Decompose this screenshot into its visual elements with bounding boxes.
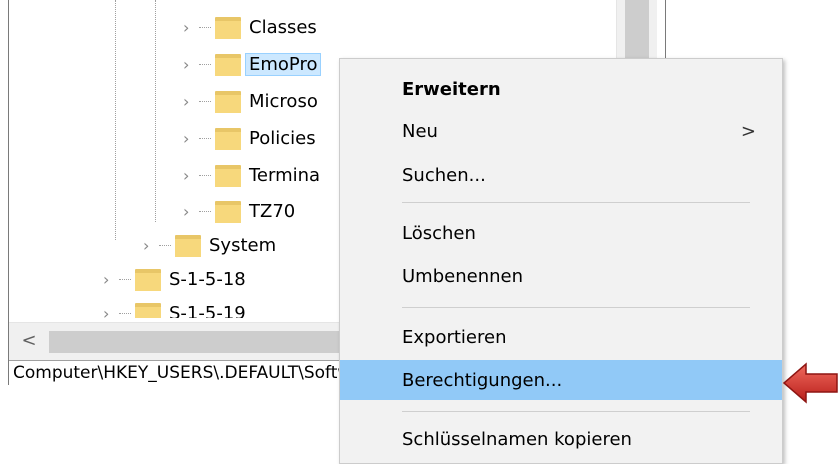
menu-item-label: Berechtigungen... <box>402 369 563 391</box>
scroll-left-icon[interactable]: < <box>19 331 39 351</box>
chevron-right-icon[interactable]: › <box>103 270 117 289</box>
menu-item-label: Neu <box>402 120 438 142</box>
tree-node-label: S-1-5-18 <box>169 268 246 290</box>
chevron-right-icon[interactable]: › <box>183 55 197 74</box>
folder-icon <box>215 163 241 187</box>
menu-item-erweitern[interactable]: Erweitern <box>340 69 782 109</box>
folder-icon <box>175 233 201 257</box>
tree-node-system[interactable]: › System <box>143 230 276 260</box>
menu-item-neu[interactable]: Neu > <box>340 111 782 151</box>
menu-item-exportieren[interactable]: Exportieren <box>340 317 782 357</box>
folder-icon <box>215 52 241 76</box>
folder-icon <box>215 199 241 223</box>
tree-node-label: EmoPro <box>245 52 322 76</box>
chevron-right-icon[interactable]: › <box>183 129 197 148</box>
menu-item-label: Umbenennen <box>402 265 523 287</box>
folder-icon <box>135 267 161 291</box>
chevron-right-icon[interactable]: › <box>143 236 157 255</box>
tree-node-s-1-5-18[interactable]: › S-1-5-18 <box>103 264 246 294</box>
menu-item-berechtigungen[interactable]: Berechtigungen... <box>340 360 782 400</box>
tree-node-microsoft[interactable]: › Microso <box>183 86 318 116</box>
menu-item-label: Suchen... <box>402 164 486 186</box>
menu-item-suchen[interactable]: Suchen... <box>340 155 782 195</box>
menu-item-label: Löschen <box>402 222 476 244</box>
tree-node-terminal[interactable]: › Termina <box>183 160 320 190</box>
menu-separator <box>402 307 750 308</box>
chevron-right-icon[interactable]: › <box>183 166 197 185</box>
menu-item-label: Erweitern <box>402 78 501 100</box>
chevron-right-icon: > <box>740 120 756 142</box>
chevron-right-icon[interactable]: › <box>183 92 197 111</box>
menu-item-umbenennen[interactable]: Umbenennen <box>340 256 782 296</box>
tree-node-label: TZ70 <box>249 200 296 222</box>
context-menu: Erweitern Neu > Suchen... Löschen Umbene… <box>339 58 783 464</box>
menu-item-loeschen[interactable]: Löschen <box>340 213 782 253</box>
tree-node-label: System <box>209 234 277 256</box>
tree-node-label: Classes <box>249 16 317 38</box>
tree-node-classes[interactable]: › Classes <box>183 12 317 42</box>
menu-item-label: Schlüsselnamen kopieren <box>402 428 632 450</box>
chevron-right-icon[interactable]: › <box>183 18 197 37</box>
chevron-right-icon[interactable]: › <box>183 202 197 221</box>
folder-icon <box>215 15 241 39</box>
tree-node-label: Termina <box>249 164 321 186</box>
tree-guide-line <box>155 0 156 222</box>
folder-icon <box>215 89 241 113</box>
tree-node-s-1-5-19[interactable]: › S-1-5-19 <box>103 298 246 318</box>
tree-guide-line <box>115 0 116 240</box>
folder-icon <box>135 301 161 318</box>
menu-separator <box>402 411 750 412</box>
tree-node-label: S-1-5-19 <box>169 302 246 319</box>
tree-node-policies[interactable]: › Policies <box>183 123 316 153</box>
menu-item-label: Exportieren <box>402 326 507 348</box>
tree-node-emopro[interactable]: › EmoPro <box>183 49 322 79</box>
menu-separator <box>402 202 750 203</box>
tree-node-label: Policies <box>249 127 316 149</box>
folder-icon <box>215 126 241 150</box>
tree-node-label: Microso <box>249 90 318 112</box>
menu-item-schluesselnamen-kopieren[interactable]: Schlüsselnamen kopieren <box>340 419 782 459</box>
horizontal-scrollbar-thumb[interactable] <box>49 331 349 353</box>
red-arrow-icon <box>782 362 838 404</box>
chevron-right-icon[interactable]: › <box>103 304 117 319</box>
tree-node-tz70[interactable]: › TZ70 <box>183 196 295 226</box>
